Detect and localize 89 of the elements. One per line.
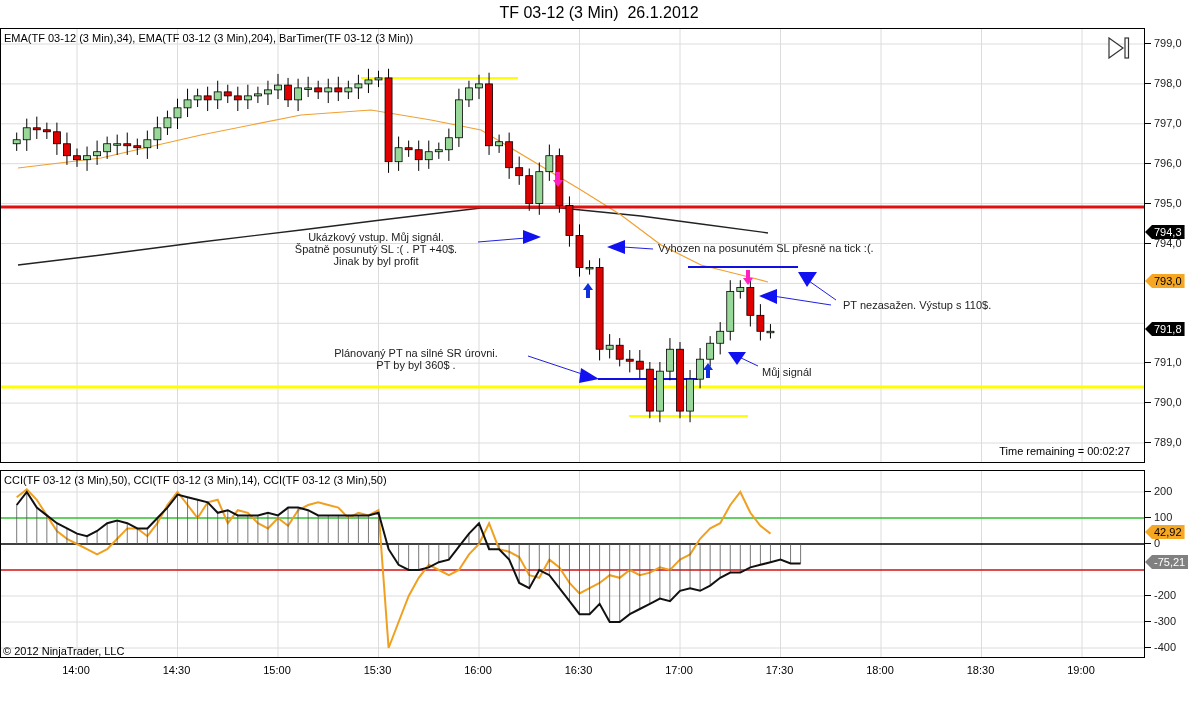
candlestick <box>615 337 624 367</box>
candlestick <box>123 132 132 156</box>
chart-annotation: Ukázkový vstup. Můj signál. Špatně posunutý SL :( . PT +40$. Jinak by byl profit <box>293 231 459 267</box>
down-arrow-icon <box>743 270 753 285</box>
price-badge: 791,8 <box>1145 322 1185 336</box>
candlestick <box>354 74 363 100</box>
time-axis-label: 18:00 <box>865 664 895 676</box>
candlestick <box>495 134 503 154</box>
candlestick <box>53 122 61 156</box>
up-arrow-icon <box>703 363 713 378</box>
candlestick <box>314 80 323 100</box>
candlestick <box>656 361 664 423</box>
candlestick <box>475 74 483 100</box>
pointer-arrow <box>477 230 541 244</box>
candlestick <box>243 84 252 110</box>
candlestick <box>334 76 343 102</box>
axis-tick-label: 0 <box>1154 537 1161 550</box>
candlestick <box>113 134 122 156</box>
candlestick <box>42 122 51 140</box>
axis-tick-label: 797,0 <box>1154 115 1182 130</box>
axis-tick-label: -300 <box>1154 614 1177 628</box>
axis-tick-label: 100 <box>1154 510 1173 524</box>
candlestick <box>294 78 302 112</box>
candlestick <box>625 349 634 373</box>
candlestick <box>73 148 81 168</box>
candlestick <box>344 80 353 100</box>
skip-to-end-icon[interactable] <box>1108 37 1130 59</box>
candlestick <box>455 88 463 148</box>
candlestick <box>32 116 41 140</box>
candlestick <box>706 335 715 367</box>
candlestick <box>696 347 704 389</box>
candlestick <box>163 110 172 136</box>
candlestick <box>83 146 91 172</box>
candlestick <box>254 86 262 104</box>
value-badge: 42,92 <box>1145 525 1185 539</box>
candlestick <box>324 78 333 104</box>
indicator-label: CCI(TF 03-12 (3 Min),50), CCI(TF 03-12 (3 Min),14), CCI(TF 03-12 (3 Min),50) <box>4 474 387 486</box>
price-badge: 794,3 <box>1145 225 1185 239</box>
axis-tick-label: 796,0 <box>1154 155 1182 170</box>
candlestick <box>565 195 574 248</box>
axis-tick-label: 799,0 <box>1154 36 1182 50</box>
time-axis-label: 18:30 <box>965 664 996 676</box>
candlestick <box>203 86 212 112</box>
candlestick <box>233 86 242 112</box>
value-badge: -75,21 <box>1145 555 1189 569</box>
time-axis-label: 16:30 <box>563 664 594 676</box>
axis-tick-label: 798,0 <box>1154 75 1182 90</box>
axis-tick-label: -400 <box>1154 640 1177 654</box>
time-axis-label: 19:00 <box>1066 664 1096 676</box>
chart-title: TF 03-12 (3 Min) 26.1.2012 <box>498 3 700 23</box>
candlestick <box>535 162 544 216</box>
candlestick <box>465 80 473 108</box>
pointer-arrow <box>607 240 654 254</box>
pointer-arrow <box>728 352 759 367</box>
indicator-label: EMA(TF 03-12 (3 Min),34), EMA(TF 03-12 (3 Min),204), BarTimer(TF 03-12 (3 Min)) <box>4 32 414 44</box>
candlestick <box>264 80 272 106</box>
time-axis-label: 15:30 <box>362 664 393 676</box>
axis-tick-label: 200 <box>1154 484 1173 498</box>
copyright-label: © 2012 NinjaTrader, LLC <box>3 645 125 657</box>
candlestick <box>274 73 282 100</box>
axis-tick-label: 789,0 <box>1154 435 1182 449</box>
axis-tick-label: 795,0 <box>1154 195 1182 210</box>
price-badge: 793,0 <box>1145 274 1185 288</box>
chart-annotation: PT nezasažen. Výstup s 110$. <box>843 299 993 311</box>
up-arrow-icon <box>583 283 593 298</box>
candlestick <box>284 77 292 108</box>
axis-tick-label: 790,0 <box>1154 395 1182 410</box>
candlestick <box>173 98 182 130</box>
time-axis-label: 14:00 <box>61 664 91 676</box>
candlestick <box>63 132 71 166</box>
time-axis-label: 17:30 <box>764 664 795 676</box>
candlestick <box>153 116 162 150</box>
time-remaining-label: Time remaining = 00:02:27 <box>999 445 1130 457</box>
candlestick <box>686 369 694 423</box>
down-arrow-icon <box>553 172 563 187</box>
axis-tick-label: 791,0 <box>1154 355 1182 370</box>
candlestick <box>103 136 112 160</box>
candlestick <box>304 76 313 98</box>
candlestick <box>93 140 101 166</box>
chart-annotation: Můj signál <box>762 366 813 378</box>
axis-tick-label: -200 <box>1154 588 1177 602</box>
time-axis-label: 15:00 <box>262 664 292 676</box>
time-axis-label: 14:30 <box>161 664 192 676</box>
time-axis-label: 16:00 <box>463 664 493 676</box>
candlestick <box>666 337 674 381</box>
chart-annotation: Plánovaný PT na silné SR úrovni. PT by byl 360$ . <box>333 347 499 371</box>
axis-tick-label: 794,0 <box>1154 236 1182 250</box>
pointer-arrow <box>527 355 599 383</box>
time-axis-label: 17:00 <box>664 664 694 676</box>
